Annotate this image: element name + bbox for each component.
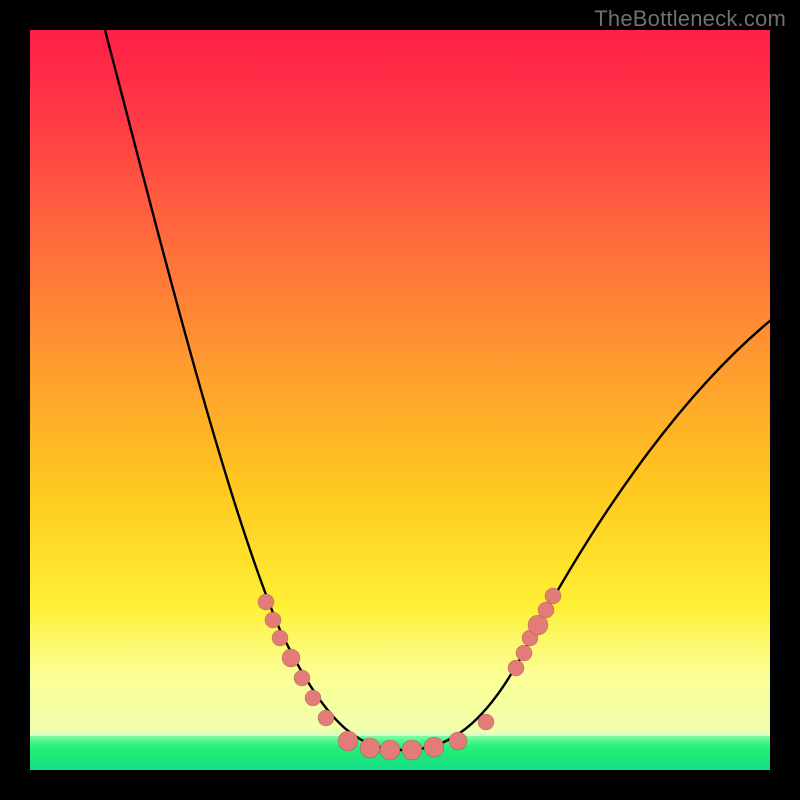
threshold-dot	[318, 710, 334, 726]
threshold-dot	[538, 602, 554, 618]
threshold-dot	[380, 740, 400, 760]
threshold-dot	[305, 690, 321, 706]
curve-layer	[30, 30, 770, 770]
threshold-dot	[338, 731, 358, 751]
threshold-dot	[449, 732, 467, 750]
threshold-dot	[478, 714, 494, 730]
bottleneck-curve	[105, 30, 770, 750]
threshold-dot	[272, 630, 288, 646]
threshold-dot	[402, 740, 422, 760]
watermark-text: TheBottleneck.com	[594, 6, 786, 32]
threshold-dot	[265, 612, 281, 628]
threshold-dot	[508, 660, 524, 676]
threshold-dots	[258, 588, 561, 760]
threshold-dot	[516, 645, 532, 661]
plot-area	[30, 30, 770, 770]
threshold-dot	[282, 649, 300, 667]
threshold-dot	[424, 737, 444, 757]
threshold-dot	[360, 738, 380, 758]
threshold-dot	[545, 588, 561, 604]
threshold-dot	[258, 594, 274, 610]
chart-stage: TheBottleneck.com	[0, 0, 800, 800]
threshold-dot	[294, 670, 310, 686]
